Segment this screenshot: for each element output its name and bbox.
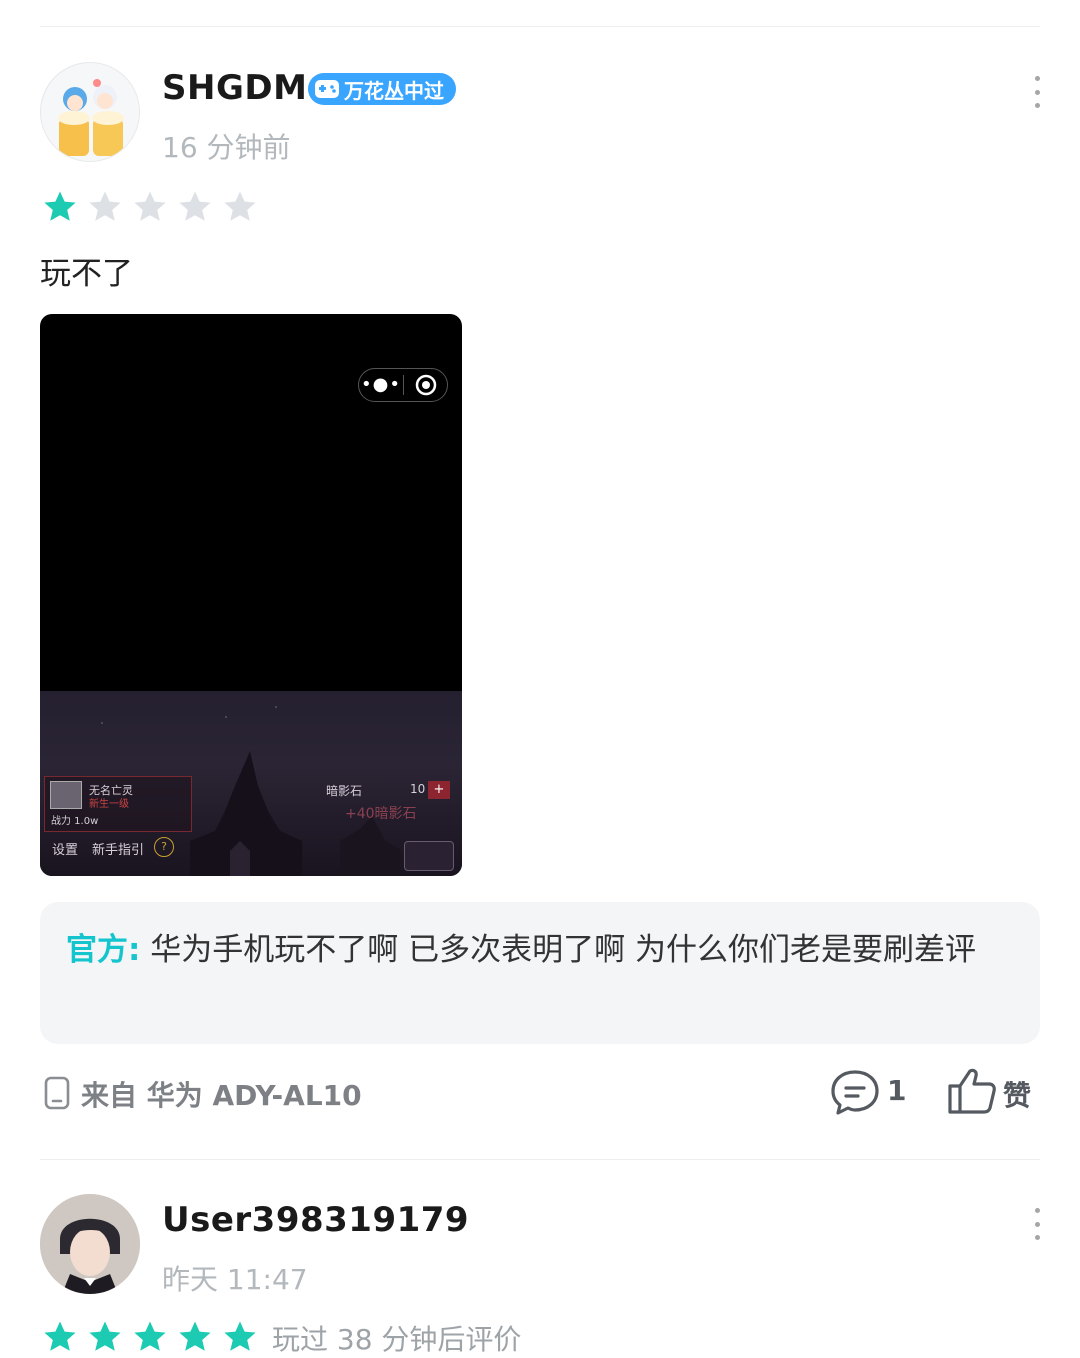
thumbs-up-icon[interactable]: [946, 1066, 998, 1120]
menu-dots-icon: •●•: [361, 374, 401, 395]
phone-icon: [44, 1076, 70, 1114]
avatar-illustration: [41, 63, 139, 161]
comment-count[interactable]: 1: [887, 1074, 906, 1107]
review-screenshot[interactable]: •●• 无名亡灵 新生一级 战力 1.0w 暗影石 10 + +40暗影石 设置…: [40, 314, 462, 876]
avatar[interactable]: [40, 1194, 140, 1294]
player-power: 战力 1.0w: [51, 816, 99, 827]
player-rank: 新生一级: [89, 799, 129, 810]
currency-plus-button: +: [428, 781, 450, 799]
star-empty-icon: [89, 191, 121, 221]
star-filled-icon: [89, 1321, 121, 1351]
review-text: 玩不了: [40, 256, 133, 292]
more-options-icon[interactable]: [1027, 72, 1047, 112]
device-info: 来自 华为 ADY-AL10: [81, 1079, 362, 1112]
star-empty-icon: [134, 191, 166, 221]
star-filled-icon: [134, 1321, 166, 1351]
official-label: 官方:: [66, 932, 141, 968]
gamepad-icon: [315, 80, 339, 98]
game-corner-button: [404, 841, 454, 871]
reward-text: +40暗影石: [345, 806, 417, 822]
settings-label: 设置: [52, 843, 79, 858]
avatar-illustration: [40, 1194, 140, 1294]
more-options-icon[interactable]: [1027, 1204, 1047, 1244]
currency-value: 10: [410, 782, 426, 796]
official-reply-text: 华为手机玩不了啊 已多次表明了啊 为什么你们老是要刷差评: [150, 932, 976, 968]
official-reply: 官方: 华为手机玩不了啊 已多次表明了啊 为什么你们老是要刷差评: [40, 902, 1040, 1044]
username[interactable]: User398319179: [162, 1200, 469, 1240]
review-time: 16 分钟前: [162, 131, 291, 164]
currency-label: 暗影石: [326, 784, 363, 798]
played-time: 玩过 38 分钟后评价: [272, 1323, 522, 1356]
avatar[interactable]: [40, 62, 140, 162]
star-filled-icon: [44, 1321, 76, 1351]
user-badge: 万花丛中过: [308, 73, 456, 105]
game-scene: 无名亡灵 新生一级 战力 1.0w 暗影石 10 + +40暗影石 设置 新手指…: [40, 691, 462, 876]
top-divider: [40, 26, 1040, 27]
star-filled-icon: [179, 1321, 211, 1351]
comment-icon[interactable]: [829, 1068, 881, 1120]
badge-label: 万花丛中过: [344, 78, 444, 103]
review-divider: [40, 1159, 1040, 1160]
guide-label: 新手指引: [92, 843, 145, 858]
guide-help-icon: ?: [154, 837, 174, 857]
player-portrait: [50, 781, 82, 809]
mini-program-capsule: •●•: [358, 368, 448, 402]
star-empty-icon: [224, 191, 256, 221]
star-empty-icon: [179, 191, 211, 221]
like-button[interactable]: 赞: [1003, 1074, 1031, 1114]
review-time: 昨天 11:47: [162, 1263, 308, 1296]
rating-stars: [43, 1320, 257, 1354]
rating-stars: [43, 190, 257, 224]
star-filled-icon: [44, 191, 76, 221]
star-filled-icon: [224, 1321, 256, 1351]
username[interactable]: SHGDM: [162, 68, 307, 108]
close-target-icon: [404, 374, 447, 396]
player-panel: 无名亡灵 新生一级 战力 1.0w: [44, 776, 192, 832]
